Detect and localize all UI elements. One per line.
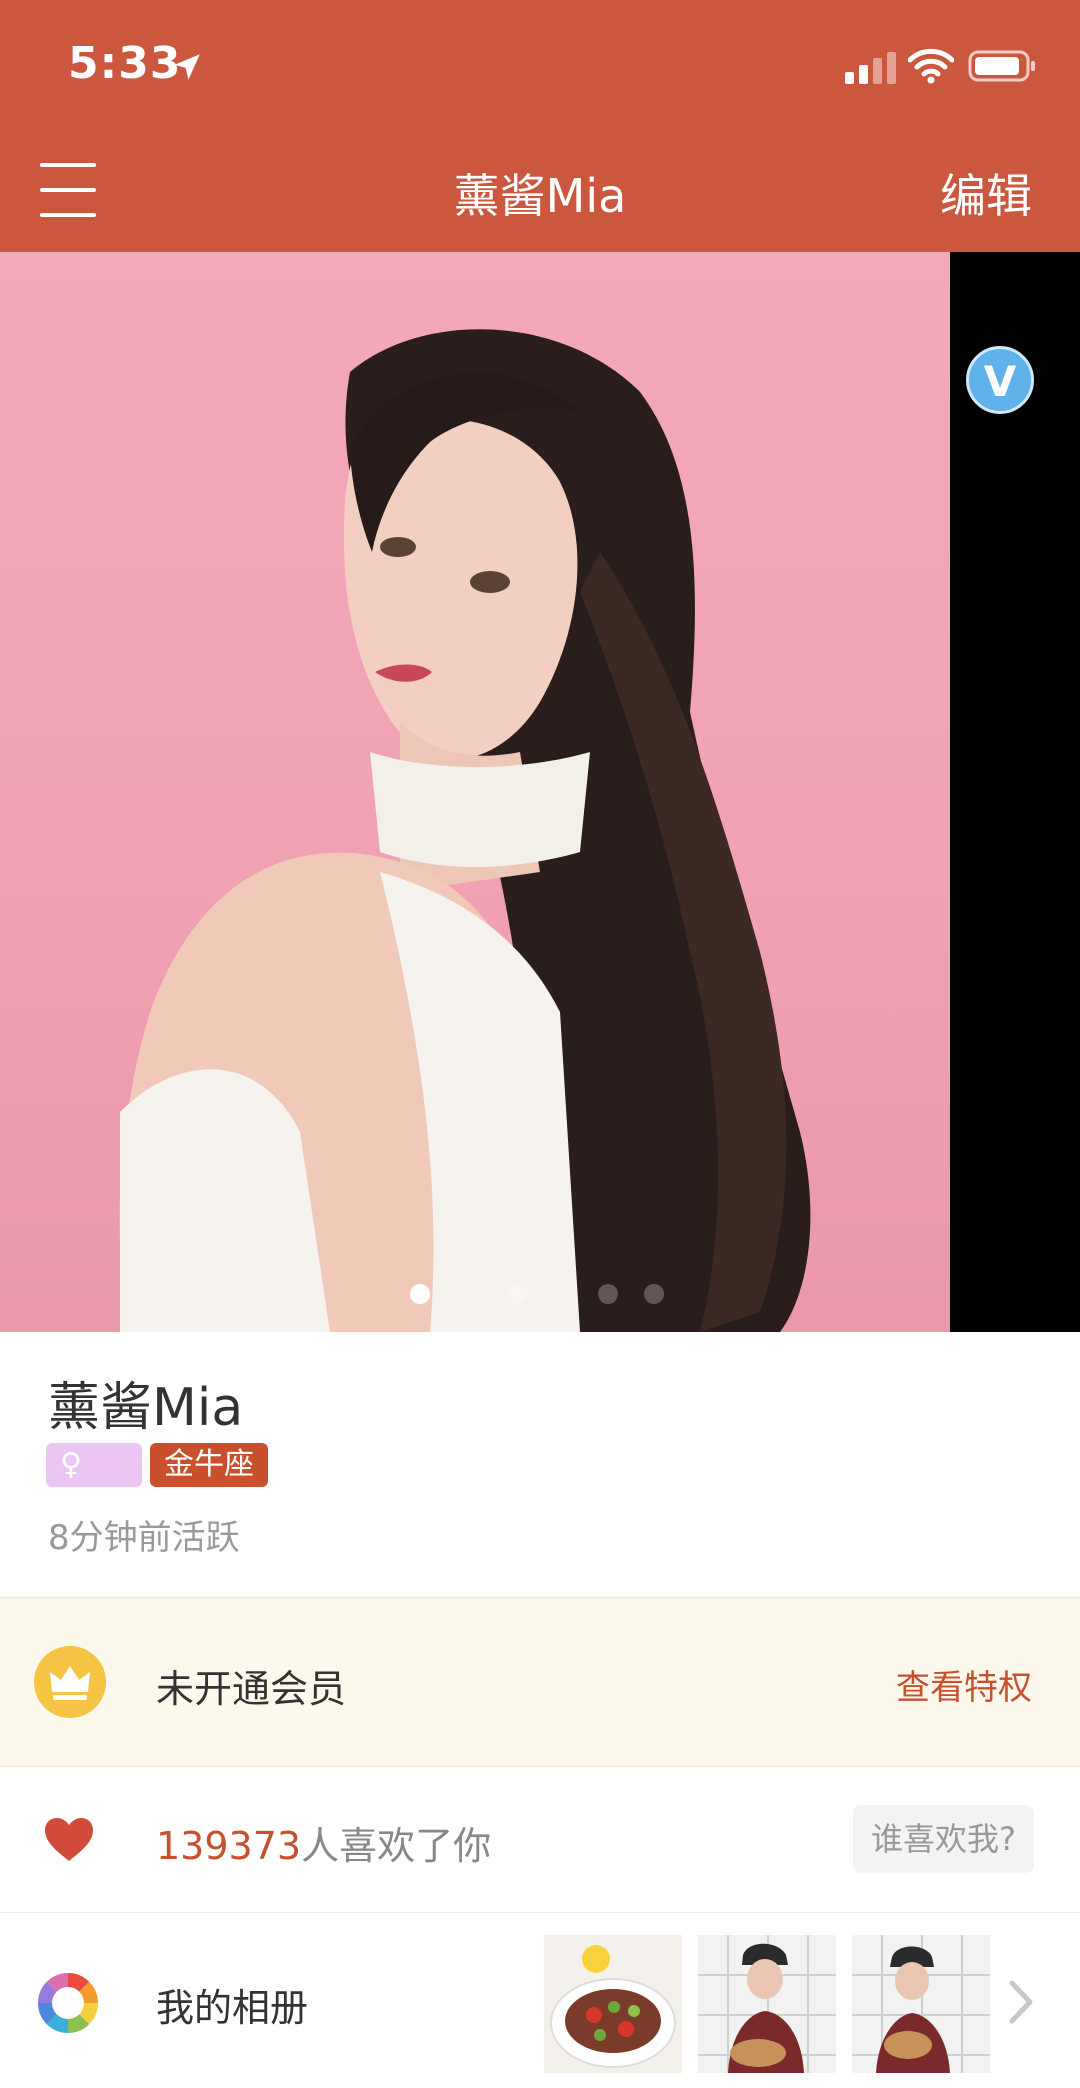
status-time: 5:33 bbox=[68, 38, 182, 89]
carousel-dot bbox=[598, 1284, 618, 1304]
zodiac-badge: 金牛座 bbox=[150, 1443, 268, 1487]
crown-icon bbox=[34, 1646, 106, 1718]
profile-name: 薰酱Mia bbox=[48, 1378, 244, 1438]
profile-photo bbox=[119, 329, 811, 1332]
album-row[interactable]: 我的相册 bbox=[0, 1913, 1080, 2088]
likes-count: 139373 bbox=[156, 1824, 302, 1868]
likes-suffix: 人喜欢了你 bbox=[301, 1824, 492, 1868]
location-arrow-icon bbox=[174, 54, 200, 80]
album-photo bbox=[550, 1945, 676, 2068]
gender-symbol: ♀ bbox=[60, 1447, 82, 1482]
status-bar: 5:33 bbox=[0, 0, 1080, 130]
view-privileges-link[interactable]: 查看特权 bbox=[896, 1660, 1032, 1709]
profile-photo-carousel[interactable]: V bbox=[0, 252, 1080, 1332]
signal-icon bbox=[845, 52, 896, 84]
heart-icon bbox=[45, 1818, 93, 1861]
carousel-dot-active bbox=[410, 1284, 430, 1304]
edit-button[interactable]: 编辑 bbox=[940, 160, 1032, 226]
likes-row[interactable]: 139373人喜欢了你 谁喜欢我? bbox=[0, 1767, 1080, 1913]
verified-icon: V bbox=[966, 346, 1034, 414]
album-thumbnail[interactable] bbox=[852, 1935, 990, 2073]
vip-row[interactable]: 未开通会员 查看特权 bbox=[0, 1597, 1080, 1767]
chevron-right-icon[interactable] bbox=[1006, 1977, 1036, 2027]
likes-text: 139373人喜欢了你 bbox=[156, 1815, 491, 1870]
album-color-wheel-icon bbox=[38, 1973, 98, 2033]
top-bar: 5:33 薰酱Mia 编辑 bbox=[0, 0, 1080, 252]
profile-badges: ♀ 23 金牛座 bbox=[46, 1443, 276, 1526]
gender-age-badge: ♀ 23 bbox=[46, 1443, 142, 1526]
album-photo bbox=[698, 1935, 836, 2073]
carousel-dot bbox=[508, 1284, 528, 1304]
who-likes-me-button[interactable]: 谁喜欢我? bbox=[853, 1805, 1034, 1873]
wifi-icon bbox=[908, 48, 954, 84]
album-label: 我的相册 bbox=[156, 1986, 309, 2030]
album-thumbnail[interactable] bbox=[544, 1935, 682, 2073]
battery-icon bbox=[968, 50, 1035, 82]
album-thumbnail[interactable] bbox=[698, 1935, 836, 2073]
active-time: 8分钟前活跃 bbox=[48, 1518, 240, 1558]
page-title: 薰酱Mia bbox=[453, 169, 627, 223]
vip-label: 未开通会员 bbox=[156, 1667, 347, 1711]
carousel-dot bbox=[644, 1284, 664, 1304]
album-photo bbox=[852, 1935, 990, 2073]
